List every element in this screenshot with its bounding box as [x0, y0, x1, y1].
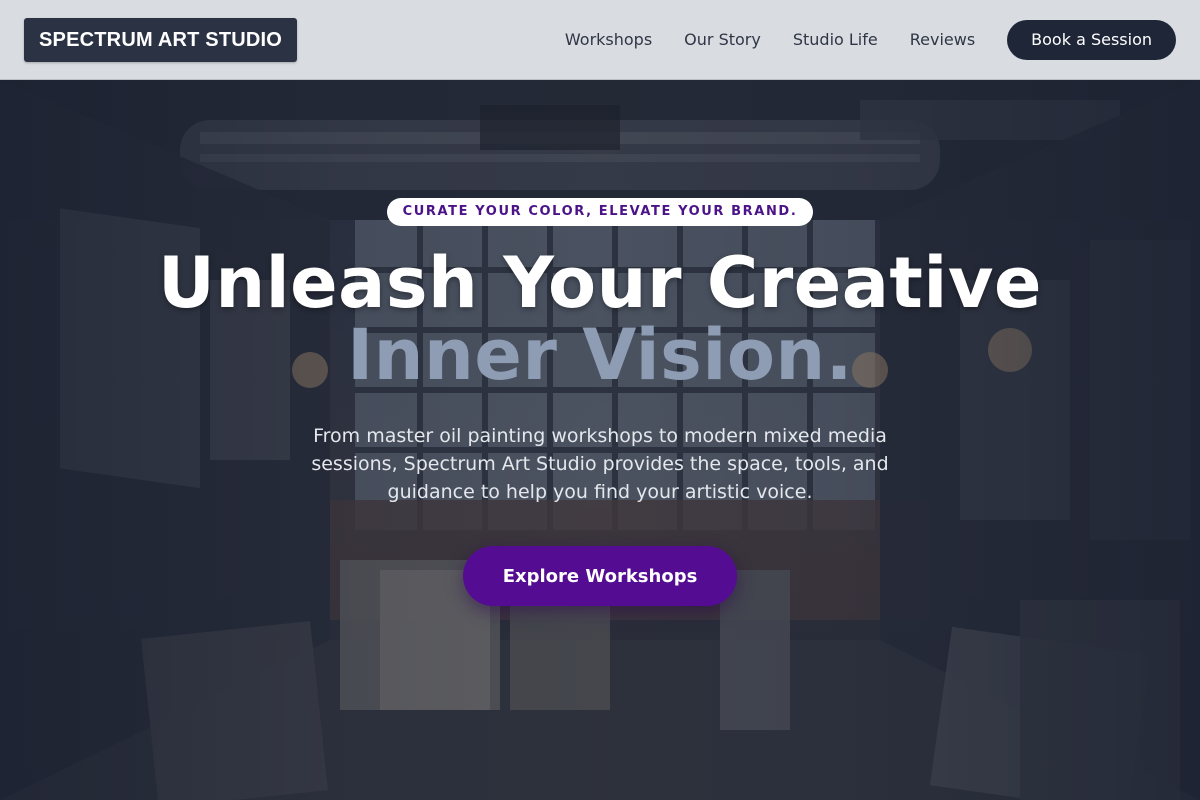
hero-headline-accent: Inner Vision. [347, 314, 853, 396]
main-nav: Workshops Our Story Studio Life Reviews … [565, 19, 1176, 60]
book-session-button[interactable]: Book a Session [1007, 19, 1176, 60]
explore-workshops-button[interactable]: Explore Workshops [463, 546, 737, 606]
page: SPECTRUM ART STUDIO Workshops Our Story … [0, 0, 1200, 800]
nav-link-our-story[interactable]: Our Story [684, 30, 761, 49]
nav-link-reviews[interactable]: Reviews [910, 30, 975, 49]
hero-tagline-badge: CURATE YOUR COLOR, ELEVATE YOUR BRAND. [386, 198, 814, 226]
hero-headline: Unleash Your Creative [158, 242, 1042, 324]
nav-link-studio-life[interactable]: Studio Life [793, 30, 878, 49]
site-header: SPECTRUM ART STUDIO Workshops Our Story … [0, 0, 1200, 80]
brand-logo[interactable]: SPECTRUM ART STUDIO [24, 17, 298, 62]
hero-section: CURATE YOUR COLOR, ELEVATE YOUR BRAND. U… [0, 198, 1200, 606]
hero-description: From master oil painting workshops to mo… [311, 425, 889, 503]
nav-link-workshops[interactable]: Workshops [565, 30, 652, 49]
